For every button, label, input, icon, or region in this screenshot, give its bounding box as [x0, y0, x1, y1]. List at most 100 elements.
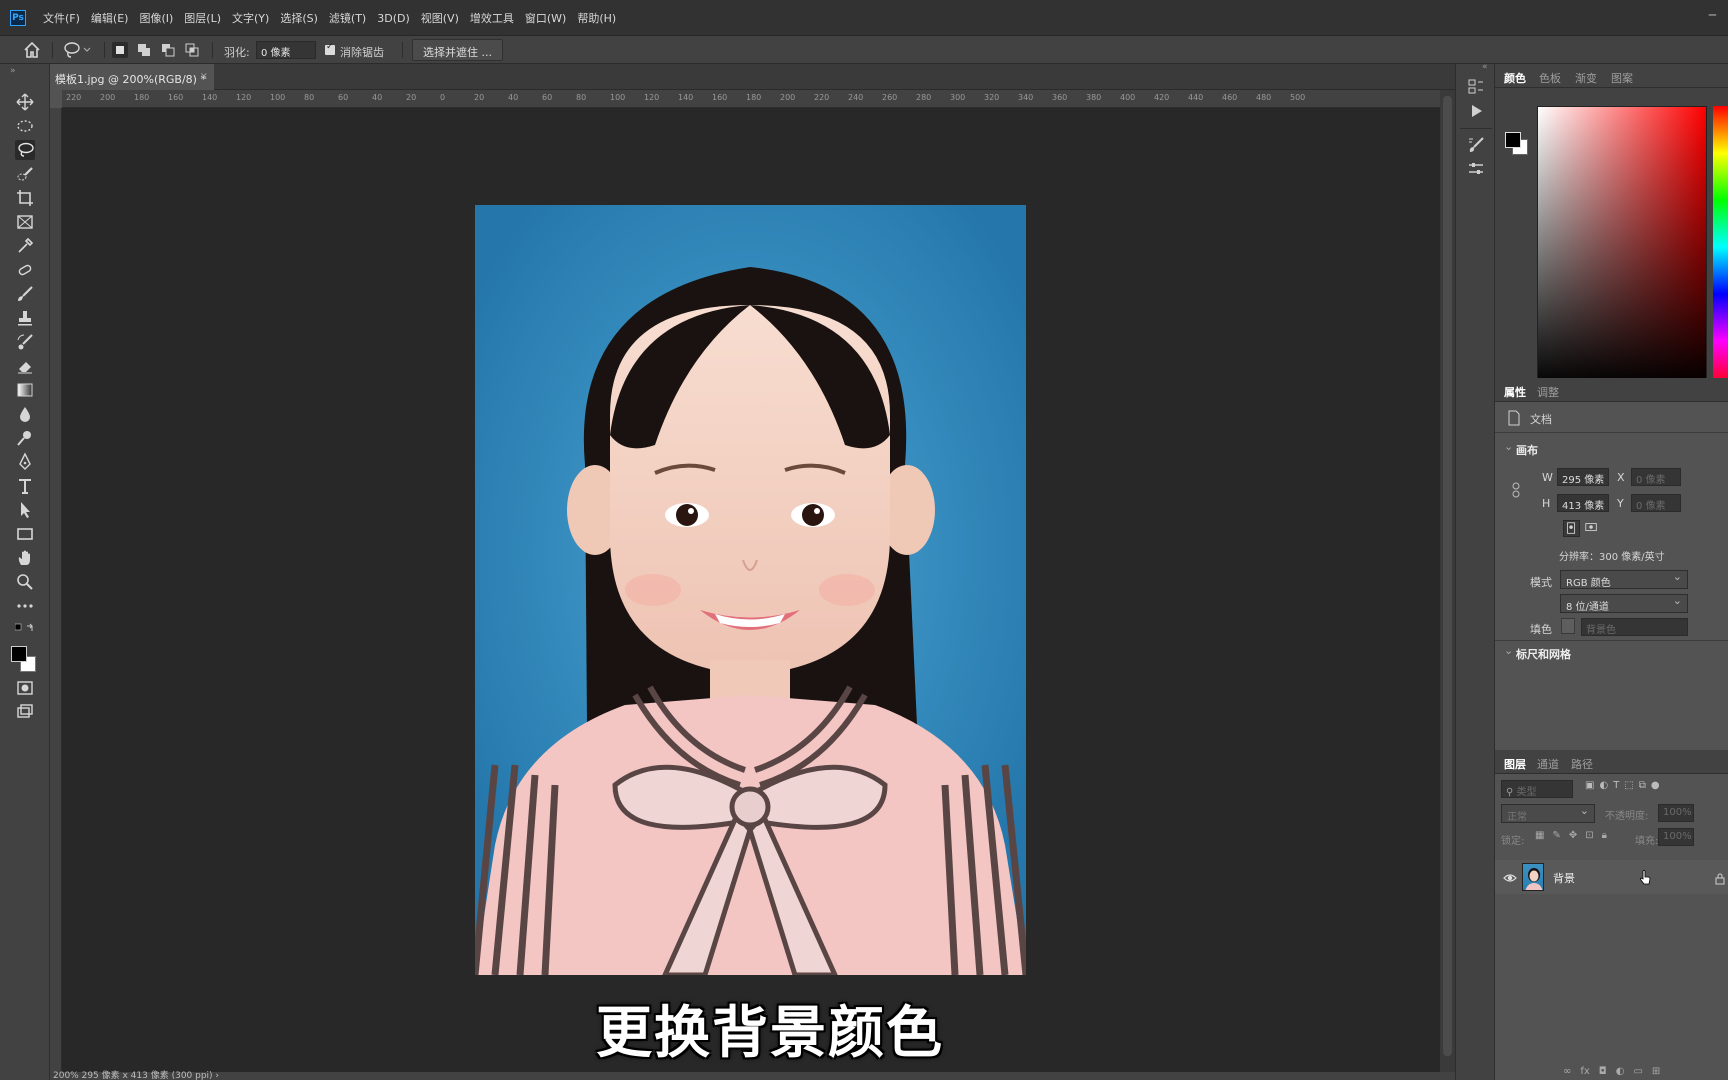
canvas-width-input[interactable]: 295 像素 [1557, 468, 1609, 486]
filter-toggle-icon[interactable]: ● [1651, 780, 1660, 798]
chevron-down-icon[interactable]: ⌄ [1504, 440, 1513, 453]
landscape-orientation-icon[interactable] [1584, 520, 1601, 537]
canvas-section-title[interactable]: 画布 [1516, 442, 1538, 458]
bit-depth-select[interactable]: 8 位/通道 [1560, 594, 1688, 613]
actions-play-icon[interactable] [1467, 102, 1485, 120]
lock-transparent-icon[interactable]: ▦ [1535, 830, 1544, 841]
lock-artboard-icon[interactable]: ⊡ [1585, 830, 1593, 841]
new-selection-icon[interactable] [112, 42, 128, 58]
tab-patterns[interactable]: 图案 [1611, 70, 1633, 86]
brush-tool-icon[interactable] [15, 284, 35, 304]
new-group-icon[interactable]: ▭ [1633, 1066, 1642, 1077]
menu-3d[interactable]: 3D(D) [372, 12, 415, 25]
menu-filter[interactable]: 滤镜(T) [324, 10, 371, 26]
dodge-tool-icon[interactable] [15, 428, 35, 448]
horizontal-ruler[interactable]: 220 200 180 160 140 120 100 80 60 40 20 0 20 40 60 80 10… [62, 90, 1440, 108]
layer-style-icon[interactable]: fx [1580, 1066, 1589, 1077]
more-tools-icon[interactable] [15, 596, 35, 616]
layer-fill-input[interactable]: 100% [1658, 828, 1694, 846]
add-selection-icon[interactable] [136, 42, 152, 58]
lock-all-icon[interactable]: 🔒︎ [1602, 830, 1607, 841]
rulers-grids-section-title[interactable]: 标尺和网格 [1516, 646, 1571, 662]
tab-color[interactable]: 颜色 [1504, 70, 1526, 86]
adjustments-sliders-icon[interactable] [1467, 160, 1485, 178]
menu-layer[interactable]: 图层(L) [179, 10, 226, 26]
select-and-mask-button[interactable]: 选择并遮住 ... [412, 39, 503, 61]
expand-panels-icon[interactable]: « [1482, 62, 1488, 72]
foreground-color-swatch[interactable] [1505, 132, 1521, 148]
home-icon[interactable] [22, 40, 42, 60]
tab-properties[interactable]: 属性 [1504, 384, 1526, 400]
path-selection-icon[interactable] [15, 500, 35, 520]
healing-brush-icon[interactable] [15, 260, 35, 280]
tab-swatches[interactable]: 色板 [1539, 70, 1561, 86]
frame-tool-icon[interactable] [15, 212, 35, 232]
crop-tool-icon[interactable] [15, 188, 35, 208]
canvas-y-input[interactable]: 0 像素 [1631, 494, 1681, 512]
quick-mask-icon[interactable] [15, 678, 35, 698]
type-filter-icon[interactable]: T [1613, 780, 1619, 798]
clone-stamp-icon[interactable] [15, 308, 35, 328]
eye-icon[interactable] [1503, 870, 1517, 884]
menu-view[interactable]: 视图(V) [416, 10, 464, 26]
shape-filter-icon[interactable]: ⬚ [1624, 780, 1633, 798]
lasso-tool-icon[interactable] [15, 140, 35, 160]
screen-mode-icon[interactable] [15, 702, 35, 722]
menu-window[interactable]: 窗口(W) [520, 10, 571, 26]
tab-gradients[interactable]: 渐变 [1575, 70, 1597, 86]
tab-channels[interactable]: 通道 [1537, 756, 1559, 772]
intersect-selection-icon[interactable] [184, 42, 200, 58]
hand-tool-icon[interactable] [15, 548, 35, 568]
menu-type[interactable]: 文字(Y) [227, 10, 274, 26]
color-mode-select[interactable]: RGB 颜色 [1560, 570, 1688, 589]
portrait-orientation-icon[interactable] [1563, 520, 1580, 537]
scrollbar-thumb[interactable] [1443, 96, 1452, 1056]
fill-color-swatch[interactable] [1561, 618, 1575, 634]
quick-selection-icon[interactable] [15, 164, 35, 184]
layer-row-background[interactable]: 背景 [1495, 860, 1728, 894]
move-tool-icon[interactable] [15, 92, 35, 112]
rectangle-tool-icon[interactable] [15, 524, 35, 544]
eraser-icon[interactable] [15, 356, 35, 376]
foreground-color-swatch[interactable] [11, 646, 27, 662]
blur-tool-icon[interactable] [15, 404, 35, 424]
history-panel-icon[interactable] [1467, 78, 1485, 96]
subtract-selection-icon[interactable] [160, 42, 176, 58]
menu-help[interactable]: 帮助(H) [572, 10, 621, 26]
pen-tool-icon[interactable] [15, 452, 35, 472]
new-layer-icon[interactable]: ⊞ [1652, 1066, 1660, 1077]
history-brush-icon[interactable] [15, 332, 35, 352]
menu-image[interactable]: 图像(I) [134, 10, 178, 26]
adjustment-filter-icon[interactable]: ◐ [1599, 780, 1608, 798]
vertical-scrollbar[interactable] [1440, 90, 1455, 1072]
layer-filter-select[interactable]: ⚲ 类型 [1501, 780, 1573, 798]
document-tab[interactable]: 模板1.jpg @ 200%(RGB/8) * × [50, 64, 214, 90]
color-field[interactable] [1537, 106, 1707, 388]
collapse-toolbar-icon[interactable]: » [10, 66, 16, 76]
opacity-input[interactable]: 100% [1658, 804, 1694, 822]
new-adjustment-icon[interactable]: ◐ [1616, 1066, 1625, 1077]
tab-layers[interactable]: 图层 [1504, 756, 1526, 772]
hue-slider[interactable] [1713, 106, 1728, 388]
minimize-icon[interactable]: ─ [1709, 8, 1716, 22]
lasso-tool-preset-icon[interactable] [62, 40, 92, 60]
zoom-tool-icon[interactable] [15, 572, 35, 592]
tab-paths[interactable]: 路径 [1571, 756, 1593, 772]
add-mask-icon[interactable]: ◘ [1599, 1066, 1607, 1077]
gradient-tool-icon[interactable] [15, 380, 35, 400]
menu-file[interactable]: 文件(F) [38, 10, 85, 26]
type-tool-icon[interactable] [15, 476, 35, 496]
canvas-height-input[interactable]: 413 像素 [1557, 494, 1609, 512]
eyedropper-icon[interactable] [15, 236, 35, 256]
feather-input[interactable]: 0 像素 [256, 41, 316, 59]
chevron-down-icon[interactable]: ⌄ [1504, 644, 1513, 657]
image-filter-icon[interactable]: ▣ [1585, 780, 1594, 798]
link-icon[interactable] [1511, 482, 1521, 498]
smart-object-filter-icon[interactable]: ⧉ [1639, 780, 1646, 798]
close-icon[interactable]: × [200, 71, 208, 82]
blend-mode-select[interactable]: 正常 [1501, 804, 1595, 823]
elliptical-marquee-icon[interactable] [15, 116, 35, 136]
default-colors-icon[interactable] [14, 620, 35, 632]
antialias-checkbox[interactable] [325, 42, 335, 55]
canvas-area[interactable] [62, 108, 1440, 1072]
